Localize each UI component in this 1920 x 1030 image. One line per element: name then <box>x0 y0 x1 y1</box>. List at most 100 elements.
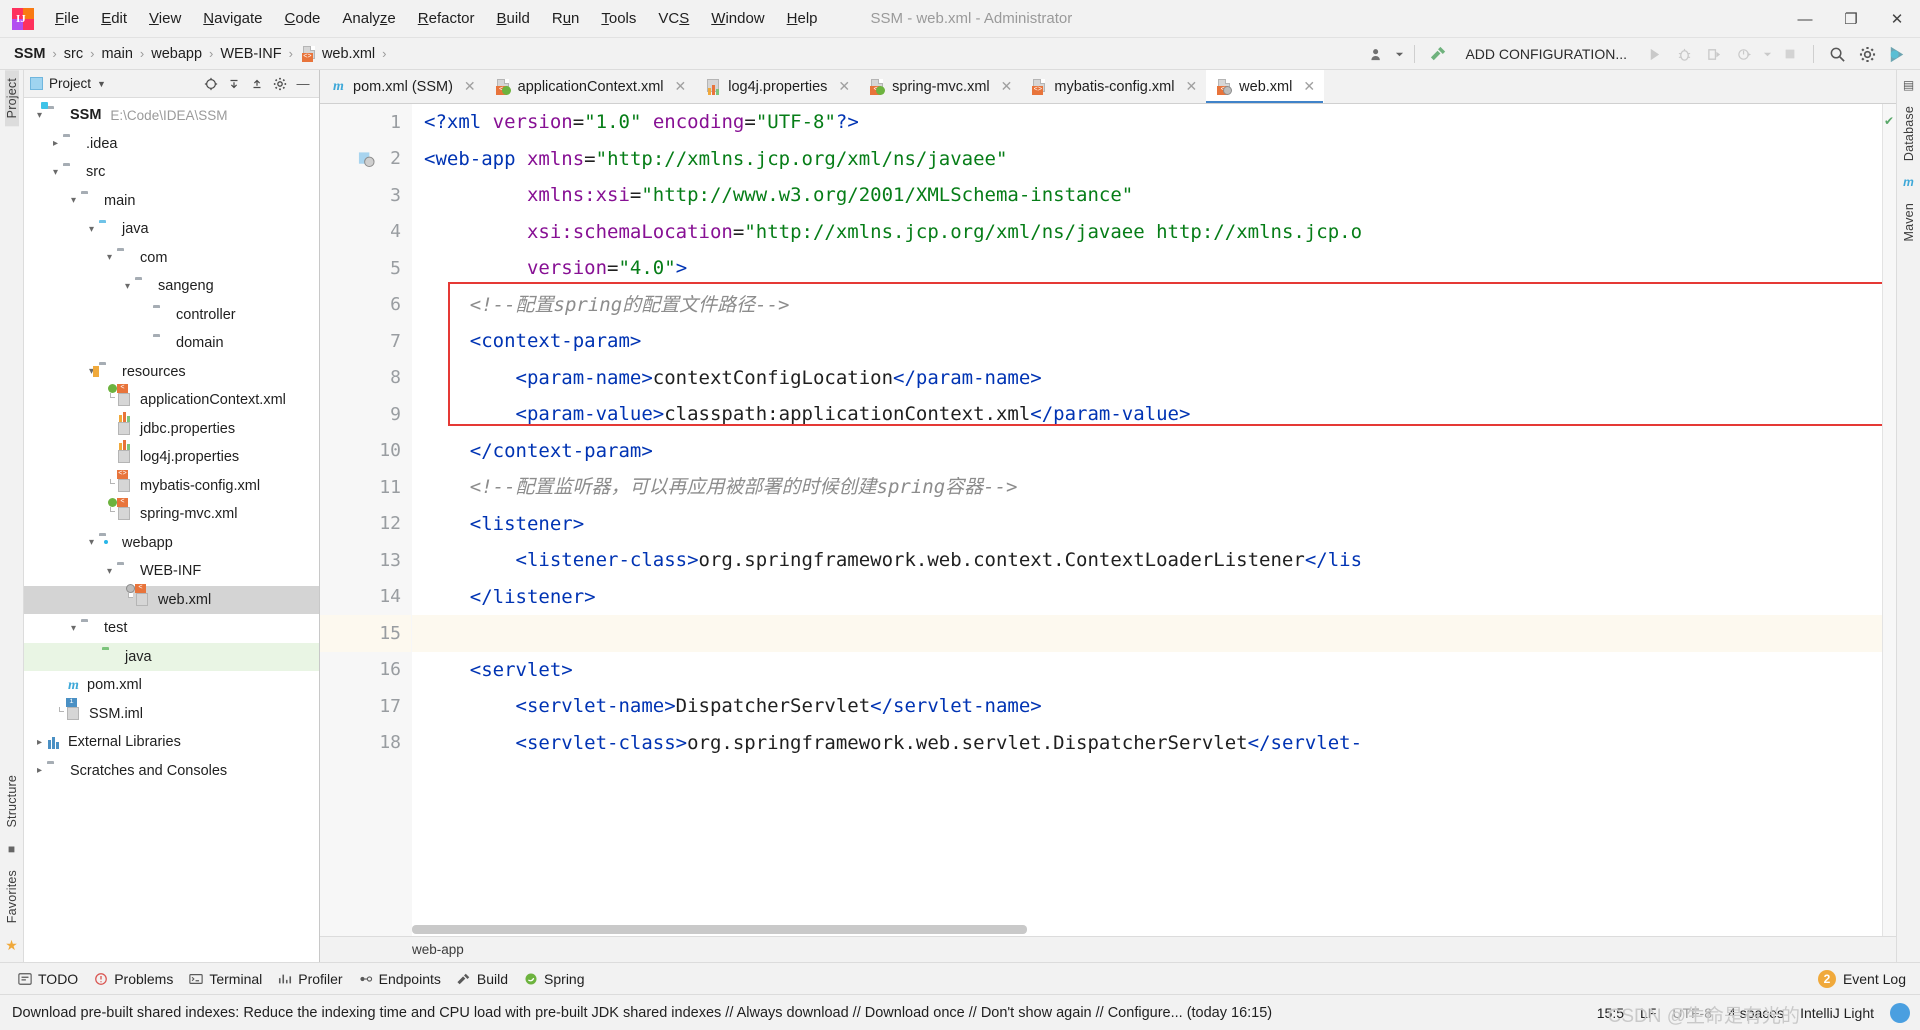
tree-row-applicationcontext-xml[interactable]: < applicationContext.xml <box>24 384 319 415</box>
tree-row-domain[interactable]: domain <box>24 329 319 358</box>
close-icon[interactable]: ✕ <box>1185 78 1197 95</box>
menu-view[interactable]: View <box>138 6 192 31</box>
close-icon[interactable]: ✕ <box>1001 78 1013 95</box>
rail-item-favorites[interactable]: Favorites <box>5 862 19 931</box>
chevron-down-icon[interactable]: ▾ <box>66 623 81 634</box>
tool-window-todo[interactable]: TODO <box>16 971 92 987</box>
tree-row-mybatis-config-xml[interactable]: <> mybatis-config.xml <box>24 469 319 501</box>
build-hammer-icon[interactable] <box>1423 41 1453 67</box>
code-line-11[interactable]: <!--配置监听器，可以再应用被部署的时候创建spring容器--> <box>412 469 1882 506</box>
tree-row-sangeng[interactable]: ▾ sangeng <box>24 272 319 301</box>
expand-all-icon[interactable] <box>247 74 267 94</box>
menu-help[interactable]: Help <box>776 6 829 31</box>
scrollbar-thumb[interactable] <box>412 925 1027 934</box>
menu-navigate[interactable]: Navigate <box>192 6 273 31</box>
chevron-down-icon[interactable]: ▾ <box>102 252 117 263</box>
close-icon[interactable]: ✕ <box>1303 78 1315 95</box>
stop-icon[interactable] <box>1775 41 1805 67</box>
close-icon[interactable]: ✕ <box>464 78 476 95</box>
chevron-down-icon[interactable]: ▾ <box>84 224 99 235</box>
editor-tab-spring-mvc-xml[interactable]: < spring-mvc.xml ✕ <box>859 70 1021 103</box>
code-line-6[interactable]: <!--配置spring的配置文件路径--> <box>412 287 1882 324</box>
gear-icon[interactable] <box>1852 41 1882 67</box>
breadcrumb-src[interactable]: src <box>64 46 83 62</box>
event-log-label[interactable]: Event Log <box>1843 971 1906 987</box>
locate-icon[interactable] <box>201 74 221 94</box>
profile-icon[interactable] <box>1729 41 1759 67</box>
bookmarks-icon[interactable]: ■ <box>8 842 15 856</box>
tree-row-src[interactable]: ▾ src <box>24 158 319 187</box>
code-line-18[interactable]: <servlet-class>org.springframework.web.s… <box>412 725 1882 762</box>
tree-row-test[interactable]: ▾ test <box>24 614 319 643</box>
breadcrumb-webxml[interactable]: web.xml <box>322 46 375 62</box>
status-message[interactable]: Download pre-built shared indexes: Reduc… <box>12 1005 1272 1021</box>
menu-build[interactable]: Build <box>485 6 540 31</box>
rail-item-database[interactable]: Database <box>1902 98 1916 169</box>
code-line-14[interactable]: </listener> <box>412 579 1882 616</box>
ide-theme[interactable]: IntelliJ Light <box>1800 1005 1874 1021</box>
tree-row-jdbc-properties[interactable]: jdbc.properties <box>24 411 319 444</box>
chevron-down-icon[interactable]: ▼ <box>97 79 106 89</box>
chevron-down-icon[interactable]: ▾ <box>66 195 81 206</box>
tree-row-ssm[interactable]: ▾ SSM E:\Code\IDEA\SSM <box>24 101 319 130</box>
code-editor[interactable]: <?xml version="1.0" encoding="UTF-8"?> <… <box>412 104 1882 936</box>
tool-window-terminal[interactable]: Terminal <box>187 971 276 987</box>
ide-status-indicator-icon[interactable] <box>1890 1002 1910 1023</box>
add-configuration-button[interactable]: ADD CONFIGURATION... <box>1453 46 1639 62</box>
editor-breadcrumb[interactable]: web-app <box>320 936 1896 962</box>
tool-window-profiler[interactable]: Profiler <box>276 971 356 987</box>
collapse-all-icon[interactable] <box>224 74 244 94</box>
editor-horizontal-scrollbar[interactable] <box>412 925 1876 934</box>
editor-gutter[interactable]: 1 2 3 4 5 6 7 8 9 10 11 12 13 14 15 16 1… <box>320 104 428 936</box>
ide-assistant-icon[interactable] <box>1882 41 1912 67</box>
chevron-right-icon[interactable]: ▸ <box>48 138 63 149</box>
run-with-coverage-icon[interactable] <box>1699 41 1729 67</box>
chevron-down-icon[interactable]: ▾ <box>84 537 99 548</box>
code-line-17[interactable]: <servlet-name>DispatcherServlet</servlet… <box>412 688 1882 725</box>
code-line-7[interactable]: <context-param> <box>412 323 1882 360</box>
chevron-right-icon[interactable]: ▸ <box>32 737 47 748</box>
chevron-down-icon[interactable]: ▾ <box>120 281 135 292</box>
chevron-down-icon[interactable] <box>1759 41 1775 67</box>
chevron-down-icon[interactable]: ▾ <box>102 566 117 577</box>
chevron-down-icon[interactable]: ▾ <box>32 110 47 121</box>
code-line-1[interactable]: <?xml version="1.0" encoding="UTF-8"?> <box>412 104 1882 141</box>
code-line-2[interactable]: <web-app xmlns="http://xmlns.jcp.org/xml… <box>412 141 1882 178</box>
code-line-13[interactable]: <listener-class>org.springframework.web.… <box>412 542 1882 579</box>
tree-row-external-libraries[interactable]: ▸ External Libraries <box>24 728 319 757</box>
close-icon[interactable]: ✕ <box>675 78 687 95</box>
tree-row-scratches-and-consoles[interactable]: ▸ Scratches and Consoles <box>24 757 319 786</box>
chevron-right-icon[interactable]: ▸ <box>32 765 47 776</box>
editor-tab-mybatis-config-xml[interactable]: <> mybatis-config.xml ✕ <box>1021 70 1206 103</box>
inspection-ok-icon[interactable]: ✔ <box>1884 114 1894 128</box>
menu-tools[interactable]: Tools <box>590 6 647 31</box>
project-tree[interactable]: ▾ SSM E:\Code\IDEA\SSM ▸ .idea ▾ src ▾ m… <box>24 98 319 962</box>
editor-tab-web-xml[interactable]: < web.xml ✕ <box>1206 70 1325 103</box>
chevron-down-icon[interactable] <box>1392 41 1406 67</box>
hide-icon[interactable]: — <box>293 74 313 94</box>
tree-row-web-inf[interactable]: ▾ WEB-INF <box>24 557 319 586</box>
editor-tab-pom-xml[interactable]: m pom.xml (SSM) ✕ <box>320 70 485 103</box>
code-line-10[interactable]: </context-param> <box>412 433 1882 470</box>
search-icon[interactable] <box>1822 41 1852 67</box>
menu-refactor[interactable]: Refactor <box>407 6 486 31</box>
menu-file[interactable]: File <box>44 6 90 31</box>
code-line-4[interactable]: xsi:schemaLocation="http://xmlns.jcp.org… <box>412 214 1882 251</box>
code-line-15[interactable] <box>412 615 1882 652</box>
tree-row-log4j-properties[interactable]: log4j.properties <box>24 440 319 472</box>
code-line-16[interactable]: <servlet> <box>412 652 1882 689</box>
tool-window-build[interactable]: Build <box>455 971 522 987</box>
close-icon[interactable]: ✕ <box>838 78 850 95</box>
account-icon[interactable] <box>1362 41 1392 67</box>
rail-item-project[interactable]: Project <box>4 70 19 127</box>
close-button[interactable]: ✕ <box>1874 0 1920 38</box>
rail-item-structure[interactable]: Structure <box>5 767 19 836</box>
tree-row-java-test[interactable]: java <box>24 642 319 671</box>
menu-code[interactable]: Code <box>274 6 332 31</box>
menu-vcs[interactable]: VCS <box>647 6 700 31</box>
tree-row-java-main[interactable]: ▾ java <box>24 215 319 244</box>
minimize-button[interactable]: — <box>1782 0 1828 38</box>
run-icon[interactable] <box>1639 41 1669 67</box>
breadcrumb-webinf[interactable]: WEB-INF <box>220 46 281 62</box>
tree-row-webapp[interactable]: ▾ webapp <box>24 529 319 558</box>
